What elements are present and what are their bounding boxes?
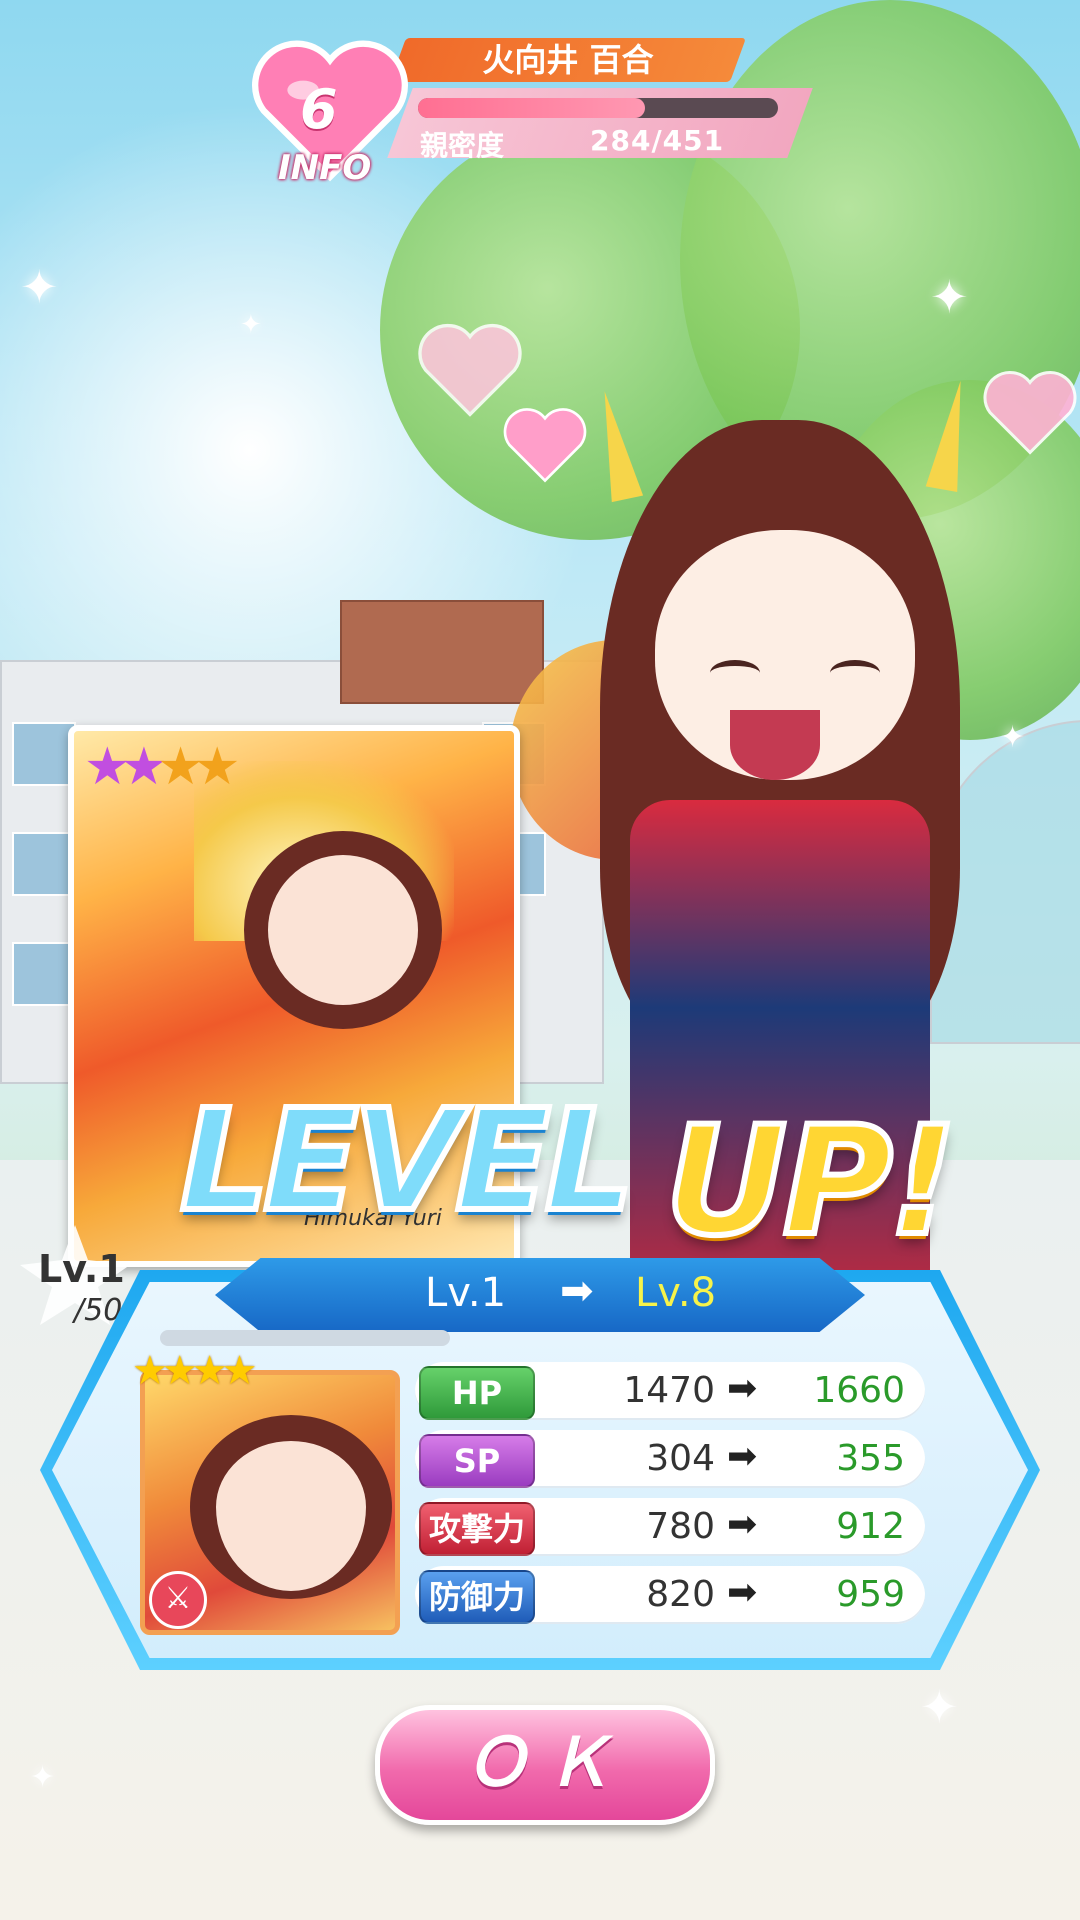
exp-bar	[160, 1330, 450, 1346]
character-eye	[830, 660, 880, 686]
idol-name-bar: 火向井 百合	[389, 38, 747, 82]
card-character	[244, 831, 442, 1029]
stat-old-value: 780	[646, 1506, 715, 1547]
character-eye	[710, 660, 760, 686]
thumbnail-character	[190, 1415, 392, 1599]
sparkle-icon: ✦	[1000, 720, 1026, 755]
level-to: Lv.8	[635, 1270, 717, 1316]
info-label: INFO	[278, 148, 372, 188]
idol-info-header[interactable]: 火向井 百合 親密度 284/451 6 INFO	[250, 38, 813, 188]
stat-label: 攻撃力	[419, 1502, 535, 1556]
affection-gauge	[418, 98, 778, 118]
sparkle-icon: ✦	[240, 310, 262, 340]
stat-old-value: 304	[646, 1438, 715, 1479]
character-mouth	[730, 710, 820, 780]
stat-new-value: 959	[836, 1574, 905, 1615]
heart-level: 6	[300, 78, 338, 141]
stat-new-value: 355	[836, 1438, 905, 1479]
card-rarity-stars: ★★★★	[84, 737, 241, 797]
level-up-result-panel: Lv.1 ➡ Lv.8 ⚔ ★★★★ HP 1470 ➡ 1660 SP 304…	[40, 1258, 1040, 1670]
level-up-text-level: LEVEL	[177, 1077, 637, 1246]
idol-thumbnail: ⚔	[140, 1370, 400, 1635]
level-from: Lv.1	[425, 1270, 507, 1316]
stat-label: HP	[419, 1366, 535, 1420]
level-up-text-up: UP!	[662, 1092, 960, 1272]
ok-button[interactable]: ＯＫ	[375, 1705, 715, 1825]
tower-roof	[340, 600, 544, 704]
stat-new-value: 1660	[813, 1370, 905, 1411]
star-icon: ★	[193, 737, 241, 797]
sparkle-icon: ✦	[20, 260, 59, 314]
star-icon: ★	[120, 737, 168, 797]
stat-row-sp: SP 304 ➡ 355	[415, 1430, 925, 1488]
stat-row-defense: 防御力 820 ➡ 959	[415, 1566, 925, 1624]
stat-row-hp: HP 1470 ➡ 1660	[415, 1362, 925, 1420]
sparkle-icon: ✦	[30, 1760, 56, 1795]
stat-old-value: 820	[646, 1574, 715, 1615]
affection-gauge-fill	[418, 98, 645, 118]
affection-label: 親密度	[420, 129, 505, 162]
stat-new-value: 912	[836, 1506, 905, 1547]
star-icon: ★	[157, 737, 204, 797]
stat-label: 防御力	[419, 1570, 535, 1624]
stat-old-value: 1470	[623, 1370, 715, 1411]
idol-name: 火向井 百合	[482, 41, 654, 79]
info-heart-button[interactable]: 6 INFO	[250, 38, 410, 188]
sparkle-icon: ✦	[930, 270, 969, 324]
ok-button-label: ＯＫ	[463, 1724, 627, 1801]
affection-value: 284/451	[590, 124, 725, 157]
arrow-right-icon: ➡	[560, 1268, 594, 1314]
level-up-banner: LEVEL UP!	[177, 1060, 980, 1272]
stat-row-attack: 攻撃力 780 ➡ 912	[415, 1498, 925, 1556]
stat-label: SP	[419, 1434, 535, 1488]
sparkle-icon: ✦	[920, 1680, 959, 1734]
star-icon: ★	[132, 1348, 168, 1394]
star-icon: ★	[161, 1348, 198, 1394]
thumbnail-rarity-stars: ★★★★	[132, 1348, 258, 1394]
star-icon: ★	[191, 1348, 228, 1394]
sword-icon: ⚔	[149, 1571, 207, 1629]
star-icon: ★	[84, 737, 131, 797]
star-icon: ★	[221, 1348, 258, 1394]
level-change-bar: Lv.1 ➡ Lv.8	[215, 1258, 865, 1332]
